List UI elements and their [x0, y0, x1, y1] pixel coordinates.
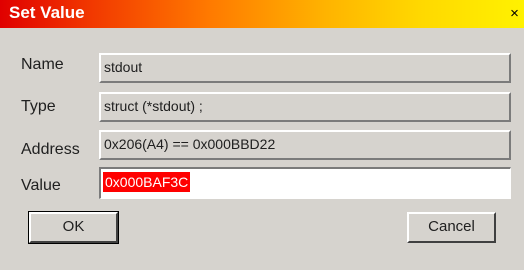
address-field: 0x206(A4) == 0x000BBD22 [99, 130, 511, 160]
type-label: Type [21, 98, 56, 115]
name-field: stdout [99, 53, 511, 83]
ok-button[interactable]: OK [28, 211, 119, 244]
window-title: Set Value [9, 3, 85, 22]
address-label: Address [21, 141, 80, 158]
set-value-dialog: Set Value × Name stdout Type struct (*st… [0, 0, 524, 270]
type-field: struct (*stdout) ; [99, 92, 511, 122]
name-label: Name [21, 56, 64, 73]
value-label: Value [21, 177, 61, 194]
title-bar[interactable]: Set Value × [0, 0, 524, 28]
cancel-button[interactable]: Cancel [407, 212, 496, 243]
value-input-text[interactable]: 0x000BAF3C [103, 172, 191, 192]
close-icon[interactable]: × [506, 4, 523, 23]
value-input[interactable]: 0x000BAF3C [99, 167, 511, 199]
